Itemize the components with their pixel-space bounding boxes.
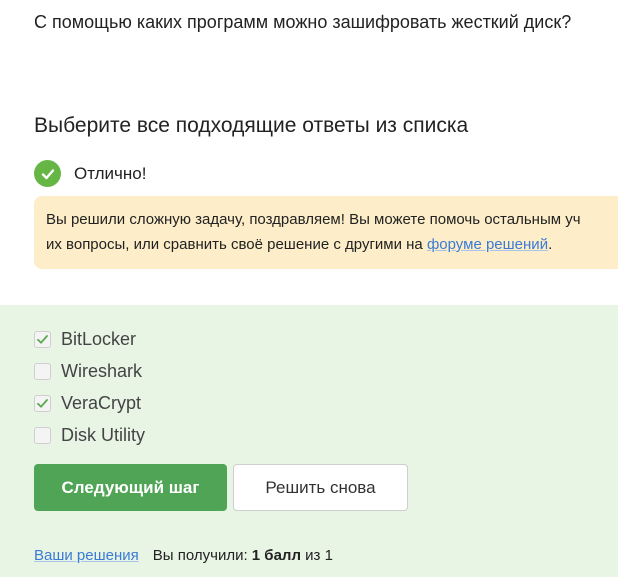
score-max: 1 — [324, 547, 333, 564]
option-disk-utility[interactable]: Disk Utility — [34, 419, 145, 451]
option-bitlocker[interactable]: BitLocker — [34, 323, 145, 355]
check-circle-icon — [34, 160, 61, 187]
options-list: BitLocker Wireshark VeraCrypt Disk Utili… — [34, 323, 145, 451]
score-middle: из — [300, 547, 325, 564]
notice-line-2: их вопросы, или сравнить своё решение с … — [46, 232, 618, 257]
score-value: 1 балл — [251, 547, 301, 564]
option-wireshark[interactable]: Wireshark — [34, 355, 145, 387]
option-label: BitLocker — [61, 328, 137, 349]
notice-line-2-suffix: . — [548, 236, 553, 253]
answers-panel: BitLocker Wireshark VeraCrypt Disk Utili… — [0, 305, 618, 577]
question-text: С помощью каких программ можно зашифрова… — [34, 12, 572, 32]
prompt-heading: Выберите все подходящие ответы из списка — [34, 114, 469, 137]
option-veracrypt[interactable]: VeraCrypt — [34, 387, 145, 419]
next-step-button[interactable]: Следующий шаг — [34, 464, 227, 511]
notice-line-2-prefix: их вопросы, или сравнить своё решение с … — [46, 236, 427, 253]
checkbox-unchecked[interactable] — [34, 426, 51, 444]
score-footer: Ваши решения Вы получили: 1 балл из 1 — [34, 547, 333, 564]
your-solutions-link[interactable]: Ваши решения — [34, 547, 139, 564]
checkmark-icon — [37, 334, 48, 344]
solutions-forum-link[interactable]: форуме решений — [427, 236, 548, 253]
option-label: VeraCrypt — [61, 392, 142, 413]
checkbox-checked[interactable] — [34, 394, 51, 412]
option-label: Wireshark — [61, 360, 143, 381]
checkbox-unchecked[interactable] — [34, 362, 51, 380]
option-label: Disk Utility — [61, 424, 145, 445]
retry-button[interactable]: Решить снова — [233, 464, 408, 511]
result-status: Отлично! — [34, 160, 146, 187]
success-notice: Вы решили сложную задачу, поздравляем! В… — [34, 196, 618, 269]
score-prefix: Вы получили: — [152, 547, 252, 564]
checkmark-icon — [37, 398, 48, 408]
result-text: Отлично! — [74, 163, 147, 183]
notice-line-1: Вы решили сложную задачу, поздравляем! В… — [46, 211, 581, 228]
checkbox-checked[interactable] — [34, 330, 51, 348]
